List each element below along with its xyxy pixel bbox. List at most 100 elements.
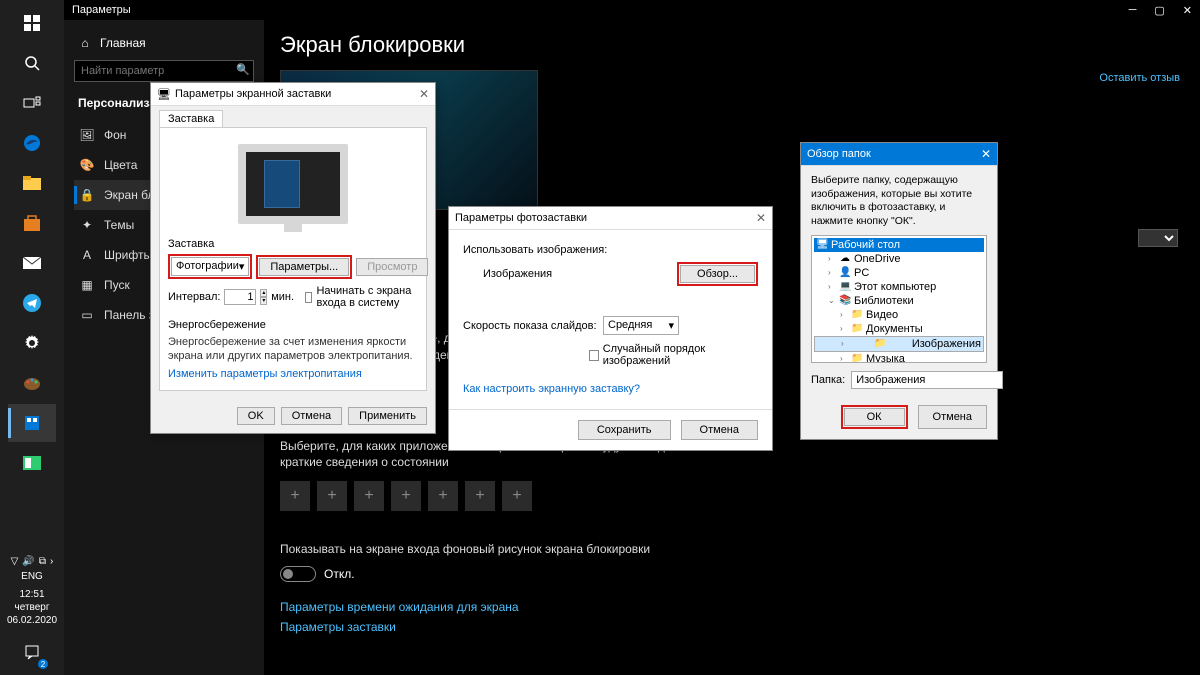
close-button[interactable]: ✕ [419,87,429,101]
search-input[interactable] [74,60,254,82]
browse-button[interactable]: Обзор... [680,265,755,283]
telegram-icon[interactable] [8,284,56,322]
search-icon: 🔍 [236,63,250,76]
edge-icon[interactable] [8,124,56,162]
settings-app-icon[interactable] [8,404,56,442]
tree-item[interactable]: ›💻Этот компьютер [814,280,984,294]
folder-tree[interactable]: 🖥Рабочий стол ›☁OneDrive ›👤PC ›💻Этот ком… [811,235,987,363]
palette-icon: 🎨 [80,158,94,172]
save-button[interactable]: Сохранить [578,420,671,440]
images-label: Изображения [463,268,603,280]
folder-input[interactable] [851,371,1003,389]
power-title: Энергосбережение [168,319,418,331]
interval-input[interactable] [224,289,256,305]
interval-up[interactable]: ▴ [260,289,267,297]
add-quick-app[interactable]: + [391,481,421,511]
taskbar-icon: ▭ [80,308,94,322]
app-title: Параметры [72,4,131,16]
dialog-desc: Выберите папку, содержащую изображения, … [811,174,987,229]
close-button[interactable]: ✕ [756,211,766,225]
random-label: Случайный порядок изображений [603,343,758,367]
preview-dropdown[interactable] [1138,229,1178,247]
ok-button[interactable]: OK [237,407,275,425]
use-images-label: Использовать изображения: [463,244,758,256]
clock[interactable]: 12:51 четверг 06.02.2020 [7,588,57,627]
resume-label: Начинать с экрана входа в систему [316,285,418,309]
tab-saver[interactable]: Заставка [159,110,223,127]
tree-item[interactable]: ›📁Видео [814,308,984,322]
notifications-icon[interactable]: 2 [8,633,56,671]
tree-item[interactable]: ›📁Документы [814,322,984,336]
maximize-button[interactable]: ▢ [1154,4,1164,17]
tree-item-selected[interactable]: ›📁Изображения [814,336,984,352]
minimize-button[interactable]: ─ [1129,4,1137,17]
more-icon[interactable]: › [50,556,53,567]
speed-select[interactable]: Средняя▾ [603,316,679,335]
app-icon[interactable] [8,444,56,482]
close-button[interactable]: ✕ [1183,4,1192,17]
saver-select[interactable]: Фотографии▾ [171,257,249,276]
cloud-icon: ☁ [839,253,851,264]
tree-item[interactable]: ⌄📚Библиотеки [814,294,984,308]
tree-item[interactable]: ›📁Музыка [814,352,984,363]
apply-button[interactable]: Применить [348,407,427,425]
paint-icon[interactable] [8,364,56,402]
folder-icon: 📁 [851,323,863,334]
saver-label: Заставка [168,238,418,250]
dialog-title: Обзор папок [807,148,871,160]
add-quick-app[interactable]: + [354,481,384,511]
add-quick-app[interactable]: + [465,481,495,511]
preview-button[interactable]: Просмотр [356,258,428,276]
cancel-button[interactable]: Отмена [681,420,758,440]
explorer-icon[interactable] [8,164,56,202]
taskview-icon[interactable] [8,84,56,122]
monitor-icon: 🖥 [157,88,171,101]
browse-folders-dialog: Обзор папок ✕ Выберите папку, содержащую… [800,142,998,440]
toggle-state: Откл. [324,567,355,581]
ok-button[interactable]: ОК [844,408,905,426]
page-title: Экран блокировки [280,32,1184,58]
start-button[interactable] [8,4,56,42]
home-button[interactable]: ⌂ Главная [78,36,254,50]
close-button[interactable]: ✕ [981,147,991,161]
add-quick-app[interactable]: + [502,481,532,511]
picture-icon: 🖼 [80,128,94,142]
mail-icon[interactable] [8,244,56,282]
resume-checkbox[interactable] [305,292,312,303]
tree-item[interactable]: ›👤PC [814,266,984,280]
network-icon[interactable]: ⧉ [39,556,46,567]
params-button[interactable]: Параметры... [259,258,349,276]
cancel-button[interactable]: Отмена [281,407,342,425]
store-icon[interactable] [8,204,56,242]
power-desc: Энергосбережение за счет изменения яркос… [168,335,418,364]
add-quick-app[interactable]: + [280,481,310,511]
folder-icon: 📁 [851,353,863,363]
link-timeout[interactable]: Параметры времени ожидания для экрана [280,600,1184,614]
interval-down[interactable]: ▾ [260,297,267,305]
language-indicator[interactable]: ENG [21,571,43,582]
gear-icon[interactable] [8,324,56,362]
photo-screensaver-dialog: Параметры фотозаставки ✕ Использовать из… [448,206,773,451]
library-icon: 📚 [839,295,851,306]
tray-expand-icon[interactable]: ▽ [11,556,19,567]
cancel-button[interactable]: Отмена [918,405,987,429]
tree-item[interactable]: 🖥Рабочий стол [814,238,984,252]
add-quick-app[interactable]: + [428,481,458,511]
link-screensaver[interactable]: Параметры заставки [280,620,1184,634]
folder-icon: 📁 [874,338,886,349]
start-icon: ▦ [80,278,94,292]
font-icon: A [80,248,94,262]
add-quick-app[interactable]: + [317,481,347,511]
help-link[interactable]: Как настроить экранную заставку? [463,383,640,395]
show-bg-label: Показывать на экране входа фоновый рисун… [280,541,700,558]
dialog-title: Параметры фотозаставки [455,212,587,224]
show-bg-toggle[interactable] [280,566,316,582]
volume-icon[interactable]: 🔊 [22,556,34,567]
theme-icon: ✦ [80,218,94,232]
search-icon[interactable] [8,44,56,82]
home-icon: ⌂ [78,36,92,50]
random-checkbox[interactable] [589,350,599,361]
power-link[interactable]: Изменить параметры электропитания [168,368,362,380]
lock-icon: 🔒 [80,188,94,202]
tree-item[interactable]: ›☁OneDrive [814,252,984,266]
